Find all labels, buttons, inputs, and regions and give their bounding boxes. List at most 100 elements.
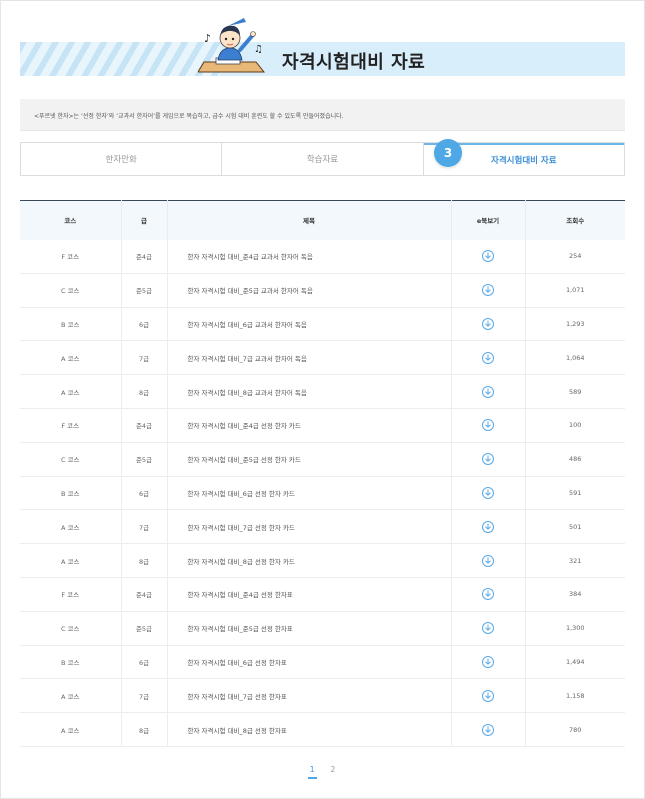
table-row: A 코스 8급 한자 자격시험 대비_8급 선정 한자 카드 321 <box>20 543 625 578</box>
cell-title[interactable]: 한자 자격시험 대비_7급 교과서 한자어 독음 <box>167 340 452 375</box>
table-row: B 코스 6급 한자 자격시험 대비_6급 선정 한자표 1,494 <box>20 645 625 679</box>
cell-ebook <box>451 543 526 578</box>
table-row: F 코스 준4급 한자 자격시험 대비_준4급 선정 한자표 384 <box>20 577 625 612</box>
cell-course: A 코스 <box>20 712 122 747</box>
download-circle-icon[interactable] <box>482 419 494 432</box>
cell-title[interactable]: 한자 자격시험 대비_준4급 선정 한자 카드 <box>167 408 452 443</box>
cell-ebook <box>451 340 526 375</box>
cell-course: A 코스 <box>20 678 122 713</box>
table-row: C 코스 준5급 한자 자격시험 대비_준5급 선정 한자표 1,300 <box>20 611 625 646</box>
tab-hanja-comics[interactable]: 한자만화 <box>21 143 223 175</box>
page-link-2[interactable]: 2 <box>329 765 338 779</box>
cell-grade: 8급 <box>121 543 168 578</box>
header-views: 조회수 <box>566 217 585 226</box>
cell-views: 1,300 <box>565 624 585 633</box>
header-title: 제목 <box>167 200 452 240</box>
cell-ebook <box>451 442 526 477</box>
svg-text:♪: ♪ <box>204 32 211 45</box>
download-circle-icon[interactable] <box>482 385 494 398</box>
materials-table: 코스 급 제목 e북보기 조회수 F 코스 준4급 한자 자격시험 대비_준4급 교… <box>20 200 625 747</box>
download-circle-icon[interactable] <box>482 723 494 736</box>
cell-views: 1,071 <box>565 286 585 295</box>
download-circle-icon[interactable] <box>482 588 494 601</box>
cell-course: C 코스 <box>20 611 122 646</box>
cell-title[interactable]: 한자 자격시험 대비_준5급 선정 한자 카드 <box>167 442 452 477</box>
download-circle-icon[interactable] <box>482 689 494 702</box>
cell-course: A 코스 <box>20 543 122 578</box>
student-mascot-icon: ♪ ♫ <box>198 18 266 73</box>
download-circle-icon[interactable] <box>482 622 494 635</box>
cell-views: 501 <box>569 522 582 531</box>
cell-grade: 준5급 <box>121 273 168 308</box>
page-title: 자격시험대비 자료 <box>282 52 426 73</box>
cell-course: F 코스 <box>20 408 122 443</box>
table-header-row: 코스 급 제목 e북보기 조회수 <box>20 200 625 240</box>
cell-title[interactable]: 한자 자격시험 대비_준5급 교과서 한자어 독음 <box>167 273 452 308</box>
cell-course: C 코스 <box>20 273 122 308</box>
table-row: A 코스 7급 한자 자격시험 대비_7급 교과서 한자어 독음 1,064 <box>20 340 625 375</box>
cell-grade: 6급 <box>121 476 168 510</box>
tab-number-badge: 3 <box>434 139 462 167</box>
cell-course: F 코스 <box>20 239 122 274</box>
cell-title[interactable]: 한자 자격시험 대비_8급 선정 한자 카드 <box>167 543 452 578</box>
cell-ebook <box>451 307 526 341</box>
table-row: A 코스 7급 한자 자격시험 대비_7급 선정 한자표 1,158 <box>20 678 625 713</box>
cell-grade: 6급 <box>121 307 168 341</box>
download-circle-icon[interactable] <box>482 317 494 330</box>
cell-title[interactable]: 한자 자격시험 대비_6급 선정 한자 카드 <box>167 476 452 510</box>
table-row: B 코스 6급 한자 자격시험 대비_6급 교과서 한자어 독음 1,293 <box>20 307 625 341</box>
download-circle-icon[interactable] <box>482 351 494 364</box>
cell-course: B 코스 <box>20 307 122 341</box>
cell-grade: 7급 <box>121 509 168 544</box>
download-circle-icon[interactable] <box>482 486 494 499</box>
table-row: A 코스 8급 한자 자격시험 대비_8급 선정 한자표 780 <box>20 712 625 747</box>
cell-views: 384 <box>569 590 582 599</box>
cell-title[interactable]: 한자 자격시험 대비_7급 선정 한자 카드 <box>167 509 452 544</box>
table-row: F 코스 준4급 한자 자격시험 대비_준4급 선정 한자 카드 100 <box>20 408 625 443</box>
cell-course: A 코스 <box>20 509 122 544</box>
cell-course: A 코스 <box>20 340 122 375</box>
download-circle-icon[interactable] <box>482 250 494 263</box>
cell-course: B 코스 <box>20 476 122 510</box>
cell-ebook <box>451 509 526 544</box>
cell-grade: 7급 <box>121 340 168 375</box>
svg-text:♫: ♫ <box>254 44 263 55</box>
page-link-1[interactable]: 1 <box>307 765 317 779</box>
cell-title[interactable]: 한자 자격시험 대비_6급 교과서 한자어 독음 <box>167 307 452 341</box>
cell-views: 591 <box>569 488 582 497</box>
cell-title[interactable]: 한자 자격시험 대비_8급 선정 한자표 <box>167 712 452 747</box>
cell-ebook <box>451 239 526 274</box>
cell-views: 1,494 <box>565 657 585 666</box>
cell-title[interactable]: 한자 자격시험 대비_6급 선정 한자표 <box>167 645 452 679</box>
cell-views: 100 <box>569 421 582 430</box>
download-circle-icon[interactable] <box>482 520 494 533</box>
table-row: A 코스 8급 한자 자격시험 대비_8급 교과서 한자어 독음 589 <box>20 374 625 409</box>
cell-ebook <box>451 408 526 443</box>
cell-title[interactable]: 한자 자격시험 대비_준5급 선정 한자표 <box>167 611 452 646</box>
cell-course: F 코스 <box>20 577 122 612</box>
table-row: F 코스 준4급 한자 자격시험 대비_준4급 교과서 한자어 독음 254 <box>20 239 625 274</box>
download-circle-icon[interactable] <box>482 554 494 567</box>
cell-title[interactable]: 한자 자격시험 대비_7급 선정 한자표 <box>167 678 452 713</box>
cell-title[interactable]: 한자 자격시험 대비_8급 교과서 한자어 독음 <box>167 374 452 409</box>
table-row: A 코스 7급 한자 자격시험 대비_7급 선정 한자 카드 501 <box>20 509 625 544</box>
download-circle-icon[interactable] <box>482 453 494 466</box>
cell-views: 1,158 <box>565 691 585 700</box>
download-circle-icon[interactable] <box>482 655 494 668</box>
cell-grade: 준5급 <box>121 611 168 646</box>
cell-grade: 준4급 <box>121 577 168 612</box>
cell-course: A 코스 <box>20 374 122 409</box>
tab-bar: 한자만화 학습자료 자격시험대비 자료 <box>20 142 625 176</box>
cell-grade: 준4급 <box>121 408 168 443</box>
cell-title[interactable]: 한자 자격시험 대비_준4급 선정 한자표 <box>167 577 452 612</box>
cell-ebook <box>451 476 526 510</box>
table-row: C 코스 준5급 한자 자격시험 대비_준5급 선정 한자 카드 486 <box>20 442 625 477</box>
cell-title[interactable]: 한자 자격시험 대비_준4급 교과서 한자어 독음 <box>167 239 452 274</box>
pagination: 1 2 <box>0 765 645 779</box>
header-ebook: e북보기 <box>451 200 526 240</box>
cell-grade: 8급 <box>121 712 168 747</box>
cell-ebook <box>451 577 526 612</box>
table-row: C 코스 준5급 한자 자격시험 대비_준5급 교과서 한자어 독음 1,071 <box>20 273 625 308</box>
tab-study-materials[interactable]: 학습자료 <box>222 143 424 175</box>
download-circle-icon[interactable] <box>482 284 494 297</box>
